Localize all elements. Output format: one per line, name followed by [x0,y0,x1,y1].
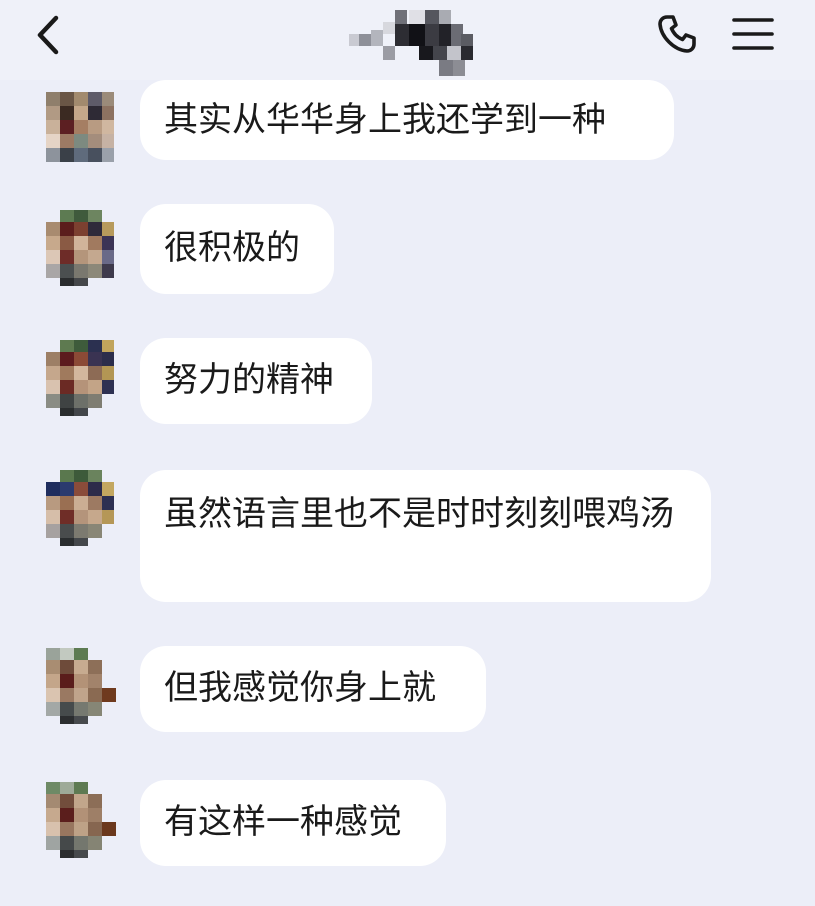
avatar[interactable] [42,648,118,724]
chat-header [0,0,815,80]
message-bubble[interactable]: 努力的精神 [140,338,372,424]
avatar[interactable] [42,782,118,858]
chevron-left-icon [37,15,59,55]
contact-name-mosaic [349,10,473,76]
message-bubble[interactable]: 很积极的 [140,204,334,294]
avatar[interactable] [42,340,118,416]
hamburger-menu-icon [732,18,774,50]
avatar[interactable] [42,92,118,168]
back-button[interactable] [28,10,72,60]
avatar[interactable] [42,470,118,546]
message-bubble[interactable]: 但我感觉你身上就 [140,646,486,732]
call-button[interactable] [655,12,699,56]
menu-button[interactable] [728,12,778,56]
message-list[interactable]: 其实从华华身上我还学到一种 很积极的 努力的精神 虽然语言里也不是时时刻刻喂鸡汤… [0,80,815,906]
message-bubble[interactable]: 有这样一种感觉 [140,780,446,866]
avatar[interactable] [42,210,118,286]
phone-icon [658,15,696,53]
message-bubble[interactable]: 其实从华华身上我还学到一种 [140,80,674,160]
message-bubble[interactable]: 虽然语言里也不是时时刻刻喂鸡汤 [140,470,711,602]
